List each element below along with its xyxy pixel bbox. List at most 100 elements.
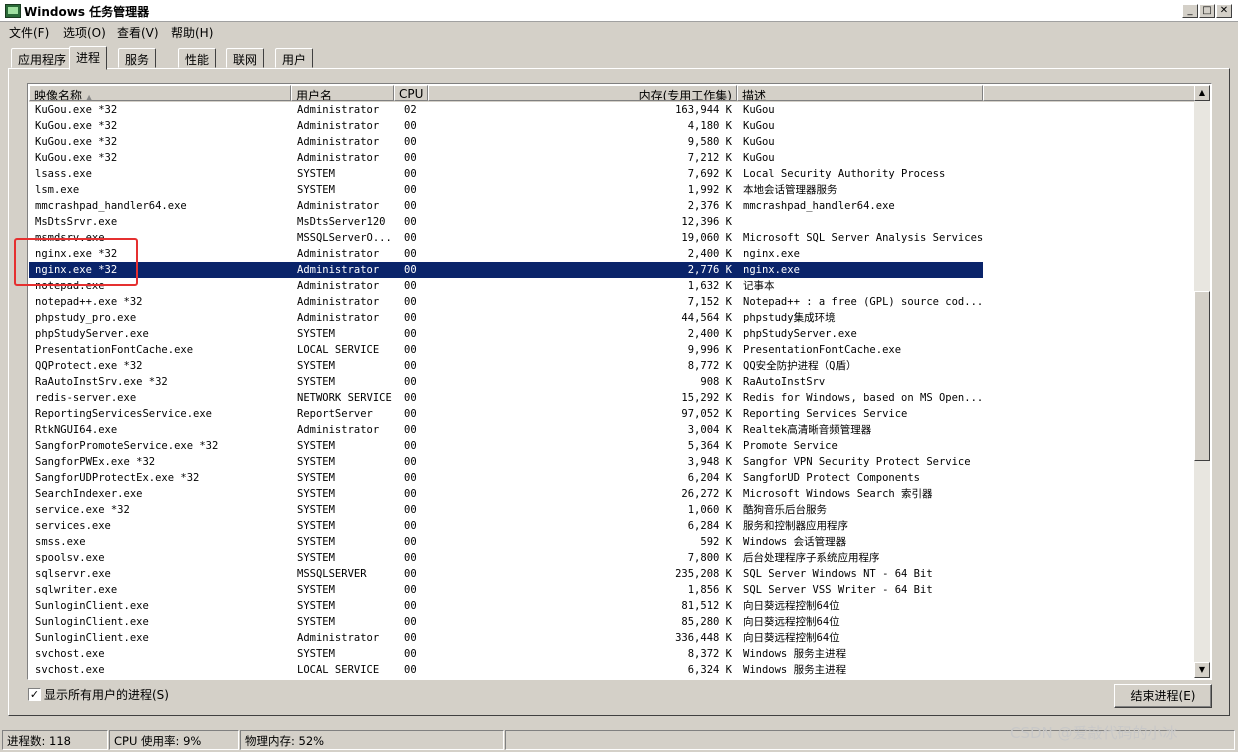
process-row[interactable]: redis-server.exe NETWORK SERVICE 00 15,292 … (29, 390, 983, 406)
process-row[interactable]: SunloginClient.exe SYSTEM 00 85,280 K 向日葵远程控… (29, 614, 983, 630)
cpu-cell: 00 (404, 440, 417, 452)
cpu-cell: 00 (404, 168, 417, 180)
show-all-users-option[interactable]: ✓ 显示所有用户的进程(S) (28, 686, 169, 702)
memory-cell: 235,208 K (675, 568, 732, 580)
scroll-down-icon[interactable]: ▼ (1194, 662, 1210, 678)
process-row[interactable]: msmdsrv.exe MSSQLServerO... 00 19,060 K Micr… (29, 230, 983, 246)
column-header-description[interactable]: 描述 (737, 85, 983, 101)
process-row[interactable]: SunloginClient.exe SYSTEM 00 81,512 K 向日葵远程控… (29, 598, 983, 614)
process-name-cell: phpStudyServer.exe (35, 328, 149, 340)
cpu-cell: 02 (404, 104, 417, 116)
tab-performance[interactable]: 性能 (178, 48, 217, 68)
memory-cell: 81,512 K (681, 600, 732, 612)
process-row[interactable]: PresentationFontCache.exe LOCAL SERVICE 00… (29, 342, 983, 358)
user-name-cell: SYSTEM (297, 376, 335, 388)
watermark: CSDN @爱敲代码的小冰 (1010, 724, 1178, 742)
end-process-button[interactable]: 结束进程(E) (1114, 684, 1212, 708)
process-row[interactable]: services.exe SYSTEM 00 6,284 K 服务和控制器应用程序 (29, 518, 983, 534)
process-row[interactable]: KuGou.exe *32 Administrator 00 9,580 K KuGou (29, 134, 983, 150)
column-header-user-name[interactable]: 用户名 (291, 85, 394, 101)
column-header-image-name[interactable]: 映像名称 ▲ (29, 85, 291, 101)
memory-cell: 85,280 K (681, 616, 732, 628)
description-cell: Redis for Windows, based on MS Open... (743, 392, 983, 404)
process-row[interactable]: KuGou.exe *32 Administrator 00 4,180 K KuGou (29, 118, 983, 134)
tab-users[interactable]: 用户 (275, 48, 314, 68)
process-name-cell: smss.exe (35, 536, 86, 548)
scroll-thumb[interactable] (1194, 291, 1210, 461)
process-name-cell: KuGou.exe *32 (35, 136, 118, 148)
column-header-cpu[interactable]: CPU (394, 85, 428, 101)
process-row[interactable]: spoolsv.exe SYSTEM 00 7,800 K 后台处理程序子系统应用程序 (29, 550, 983, 566)
memory-cell: 336,448 K (675, 632, 732, 644)
process-row[interactable]: svchost.exe LOCAL SERVICE 00 6,324 K Windows… (29, 662, 983, 678)
user-name-cell: MSSQLServerO... (297, 232, 392, 244)
maximize-button[interactable]: □ (1199, 4, 1215, 18)
process-row[interactable]: lsass.exe SYSTEM 00 7,692 K Local Security A… (29, 166, 983, 182)
process-row[interactable]: SangforPWEx.exe *32 SYSTEM 00 3,948 K Sangfo… (29, 454, 983, 470)
process-row[interactable]: sqlservr.exe MSSQLSERVER 00 235,208 K SQL Se… (29, 566, 983, 582)
user-name-cell: SYSTEM (297, 536, 335, 548)
menu-view[interactable]: 查看(V) (117, 24, 159, 41)
process-row[interactable]: ReportingServicesService.exe ReportServer… (29, 406, 983, 422)
process-name-cell: KuGou.exe *32 (35, 120, 118, 132)
process-row[interactable]: SangforPromoteService.exe *32 SYSTEM 00 5,3… (29, 438, 983, 454)
column-header-memory[interactable]: 内存(专用工作集) (428, 85, 737, 101)
window-title: Windows 任务管理器 (24, 5, 150, 19)
tab-applications[interactable]: 应用程序 (11, 48, 74, 68)
process-row[interactable]: mmcrashpad_handler64.exe Administrator 00 2… (29, 198, 983, 214)
memory-cell: 44,564 K (681, 312, 732, 324)
process-name-cell: KuGou.exe *32 (35, 104, 118, 116)
show-all-users-checkbox[interactable]: ✓ (28, 688, 41, 701)
process-row[interactable]: phpStudyServer.exe SYSTEM 00 2,400 K phpStud… (29, 326, 983, 342)
process-name-cell: svchost.exe (35, 664, 105, 676)
process-row[interactable]: SangforUDProtectEx.exe *32 SYSTEM 00 6,204 … (29, 470, 983, 486)
process-name-cell: RaAutoInstSrv.exe *32 (35, 376, 168, 388)
description-cell: 向日葵远程控制64位 (743, 616, 840, 628)
process-list[interactable]: 映像名称 ▲ 用户名 CPU 内存(专用工作集) 描述 KuGou.exe *32… (27, 83, 1212, 680)
process-row[interactable]: MsDtsSrvr.exe MsDtsServer120 00 12,396 K (29, 214, 983, 230)
process-name-cell: SangforPWEx.exe *32 (35, 456, 156, 468)
process-row[interactable]: RtkNGUI64.exe Administrator 00 3,004 K Realt… (29, 422, 983, 438)
process-row[interactable]: notepad++.exe *32 Administrator 00 7,152 K N… (29, 294, 983, 310)
process-row[interactable]: SearchIndexer.exe SYSTEM 00 26,272 K Microso… (29, 486, 983, 502)
process-row[interactable]: KuGou.exe *32 Administrator 00 7,212 K KuGou (29, 150, 983, 166)
memory-cell: 592 K (700, 536, 732, 548)
process-name-cell: lsm.exe (35, 184, 80, 196)
tab-processes[interactable]: 进程 (69, 46, 108, 70)
minimize-button[interactable]: _ (1182, 4, 1198, 18)
process-row[interactable]: svchost.exe SYSTEM 00 8,372 K Windows 服务主进程 (29, 646, 983, 662)
cpu-cell: 00 (404, 632, 417, 644)
list-header: 映像名称 ▲ 用户名 CPU 内存(专用工作集) 描述 (29, 85, 1196, 102)
process-row[interactable]: notepad.exe Administrator 00 1,632 K 记事本 (29, 278, 983, 294)
menu-help[interactable]: 帮助(H) (171, 24, 213, 41)
process-row[interactable]: sqlwriter.exe SYSTEM 00 1,856 K SQL Server V… (29, 582, 983, 598)
user-name-cell: SYSTEM (297, 584, 335, 596)
process-name-cell: SunloginClient.exe (35, 600, 149, 612)
process-row[interactable]: QQProtect.exe *32 SYSTEM 00 8,772 K QQ安全防护进程… (29, 358, 983, 374)
description-cell: Reporting Services Service (743, 408, 908, 420)
process-row[interactable]: phpstudy_pro.exe Administrator 00 44,564 K p… (29, 310, 983, 326)
user-name-cell: SYSTEM (297, 440, 335, 452)
process-row[interactable]: KuGou.exe *32 Administrator 02 163,944 K KuG… (29, 102, 983, 118)
process-row[interactable]: lsm.exe SYSTEM 00 1,992 K 本地会话管理器服务 (29, 182, 983, 198)
menu-file[interactable]: 文件(F) (9, 24, 49, 41)
process-row[interactable]: smss.exe SYSTEM 00 592 K Windows 会话管理器 (29, 534, 983, 550)
process-row[interactable]: SunloginClient.exe Administrator 00 336,448… (29, 630, 983, 646)
memory-cell: 12,396 K (681, 216, 732, 228)
menu-options[interactable]: 选项(O) (63, 24, 106, 41)
cpu-cell: 00 (404, 376, 417, 388)
process-row[interactable]: RaAutoInstSrv.exe *32 SYSTEM 00 908 K RaAuto… (29, 374, 983, 390)
tab-services[interactable]: 服务 (118, 48, 157, 68)
user-name-cell: SYSTEM (297, 600, 335, 612)
process-row[interactable]: service.exe *32 SYSTEM 00 1,060 K 酷狗音乐后台服务 (29, 502, 983, 518)
process-row[interactable]: nginx.exe *32 Administrator 00 2,400 K nginx… (29, 246, 983, 262)
scroll-up-icon[interactable]: ▲ (1194, 85, 1210, 101)
sort-ascending-icon: ▲ (86, 93, 93, 101)
close-button[interactable]: ✕ (1216, 4, 1232, 18)
user-name-cell: SYSTEM (297, 360, 335, 372)
process-name-cell: PresentationFontCache.exe (35, 344, 194, 356)
task-manager-icon (5, 4, 21, 18)
process-row[interactable]: nginx.exe *32 Administrator 00 2,776 K nginx… (29, 262, 983, 278)
vertical-scrollbar[interactable]: ▲ ▼ (1194, 85, 1210, 678)
tab-networking[interactable]: 联网 (226, 48, 265, 68)
